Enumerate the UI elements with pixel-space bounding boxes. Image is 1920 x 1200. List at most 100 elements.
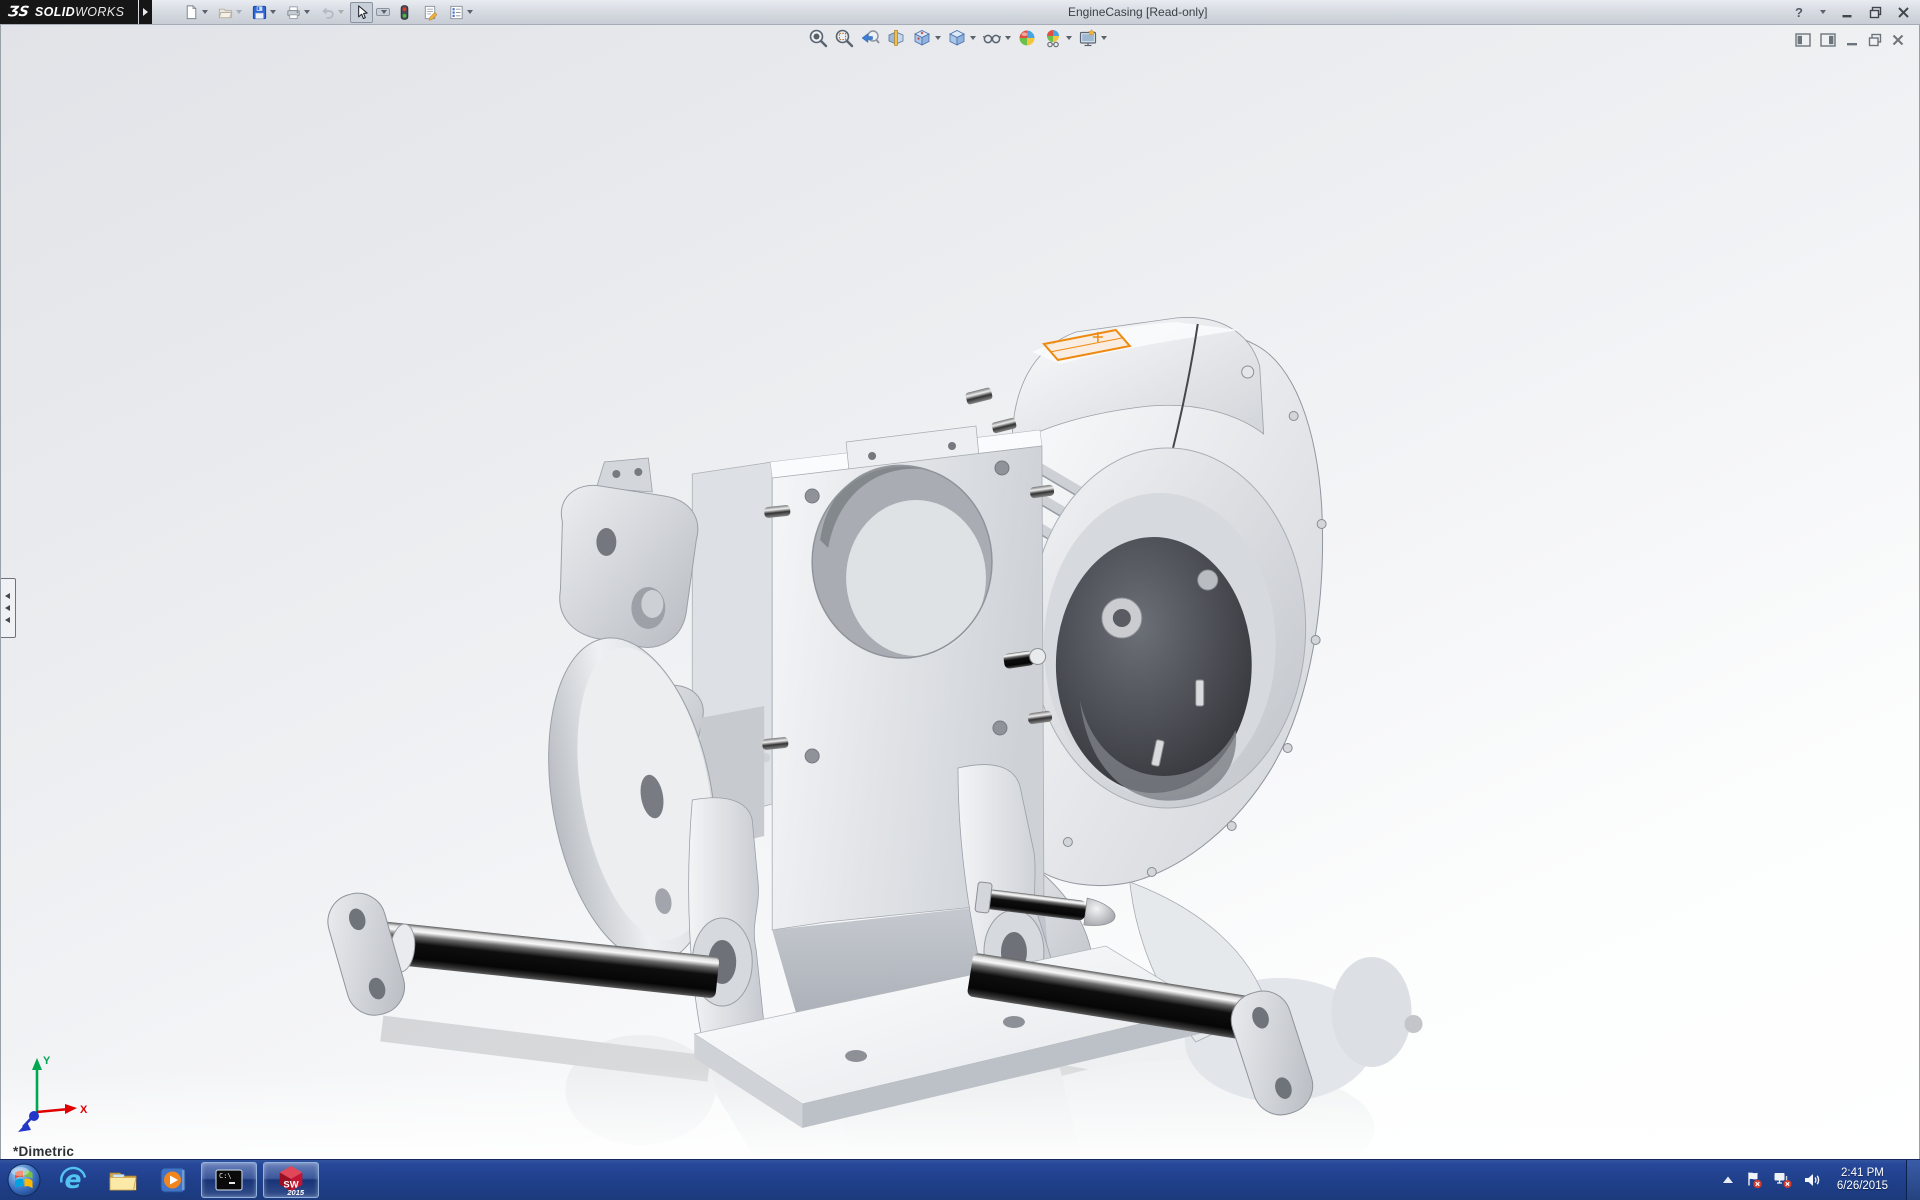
document-window-controls — [1795, 33, 1905, 47]
new-document-icon — [183, 4, 200, 21]
close-button[interactable] — [1897, 6, 1910, 19]
zoom-to-fit-icon — [808, 28, 828, 48]
start-button[interactable] — [0, 1160, 48, 1200]
rebuild-button[interactable] — [393, 2, 416, 23]
print-icon — [285, 4, 302, 21]
title-bar: ƷS SOLIDWORKS — [0, 0, 1920, 25]
undo-icon — [319, 4, 336, 21]
print-button[interactable] — [282, 2, 313, 23]
taskbar-item-solidworks-2015[interactable]: SW 2015 — [263, 1162, 319, 1198]
open-button[interactable] — [214, 2, 245, 23]
casing-rim-and-cavity[interactable] — [1030, 448, 1306, 808]
tray-date: 6/26/2015 — [1837, 1180, 1888, 1193]
solidworks-logo: ƷS SOLIDWORKS — [0, 0, 138, 24]
collapse-arrow-icon — [5, 593, 10, 599]
view-settings-monitor-icon — [1078, 28, 1098, 48]
open-folder-icon — [217, 4, 234, 21]
show-desktop-button[interactable] — [1906, 1160, 1920, 1200]
display-style-button[interactable] — [946, 27, 977, 49]
view-orientation-button[interactable] — [911, 27, 942, 49]
open-dropdown-caret[interactable] — [236, 10, 242, 14]
file-properties-icon — [422, 4, 439, 21]
previous-view-button[interactable] — [859, 27, 881, 49]
apply-scene-icon — [1043, 28, 1063, 48]
save-floppy-icon — [251, 4, 268, 21]
cmd-prompt-text: C:\ — [219, 1172, 232, 1180]
select-cursor-icon — [353, 4, 370, 21]
select-dropdown-caret — [381, 10, 387, 14]
display-style-caret[interactable] — [970, 36, 976, 40]
taskbar-item-media-player[interactable] — [148, 1161, 198, 1199]
view-orientation-icon — [912, 28, 932, 48]
save-dropdown-caret[interactable] — [270, 10, 276, 14]
view-settings-button[interactable] — [1077, 27, 1108, 49]
options-checklist-icon — [448, 4, 465, 21]
apply-scene-button[interactable] — [1042, 27, 1073, 49]
zoom-to-fit-button[interactable] — [807, 27, 829, 49]
hide-show-items-button[interactable] — [981, 27, 1012, 49]
engine-casing-3d-model[interactable] — [1, 24, 1919, 1160]
document-close-button[interactable] — [1891, 33, 1905, 47]
edit-appearance-button[interactable] — [1016, 27, 1038, 49]
edit-appearance-sphere-icon — [1017, 28, 1037, 48]
document-restore-button[interactable] — [1868, 33, 1882, 47]
save-button[interactable] — [248, 2, 279, 23]
tile-right-pane-icon[interactable] — [1820, 33, 1836, 47]
system-tray: 2:41 PM 6/26/2015 — [1721, 1160, 1920, 1200]
windows-start-orb-icon — [6, 1162, 42, 1198]
triad-y-label: Y — [43, 1055, 51, 1067]
solidworks-2015-icon: SW 2015 — [276, 1164, 306, 1196]
select-dropdown-button[interactable] — [376, 8, 390, 16]
hide-show-items-caret[interactable] — [1005, 36, 1011, 40]
dassault-3ds-glyph: ƷS — [7, 4, 30, 20]
view-orientation-caret[interactable] — [935, 36, 941, 40]
volume-icon[interactable] — [1803, 1172, 1821, 1188]
solidworks-application-window: ƷS SOLIDWORKS — [0, 0, 1920, 1200]
internet-explorer-icon: e — [58, 1165, 88, 1195]
undo-dropdown-caret[interactable] — [338, 10, 344, 14]
rebuild-traffic-light-icon — [396, 4, 413, 21]
taskbar-item-command-prompt[interactable]: C:\ — [201, 1162, 257, 1198]
help-dropdown-caret[interactable] — [1820, 10, 1826, 14]
taskbar-item-windows-explorer[interactable] — [98, 1161, 148, 1199]
undo-button[interactable] — [316, 2, 347, 23]
section-view-button[interactable] — [885, 27, 907, 49]
view-settings-caret[interactable] — [1101, 36, 1107, 40]
menu-expand-tab[interactable] — [139, 0, 152, 24]
help-button[interactable]: ? — [1795, 5, 1803, 20]
folder-icon — [108, 1168, 138, 1192]
restore-button[interactable] — [1869, 6, 1882, 19]
show-hidden-icons-button[interactable] — [1721, 1174, 1735, 1186]
sw-year-text: 2015 — [286, 1188, 305, 1196]
viewport[interactable]: Y X *Dimetric — [0, 24, 1920, 1160]
options-dropdown-caret[interactable] — [467, 10, 473, 14]
command-prompt-icon: C:\ — [214, 1167, 244, 1193]
network-status-icon[interactable] — [1773, 1171, 1793, 1189]
view-orientation-label: *Dimetric — [13, 1144, 74, 1159]
apply-scene-caret[interactable] — [1066, 36, 1072, 40]
window-controls: ? — [1795, 0, 1910, 24]
section-view-icon — [886, 28, 906, 48]
minimize-button[interactable] — [1841, 6, 1854, 19]
new-dropdown-caret[interactable] — [202, 10, 208, 14]
document-minimize-button[interactable] — [1845, 33, 1859, 47]
window-title: EngineCasing [Read-only] — [1068, 5, 1207, 19]
action-center-flag-icon[interactable] — [1745, 1171, 1763, 1189]
tray-clock[interactable]: 2:41 PM 6/26/2015 — [1837, 1167, 1888, 1193]
collapse-arrow-icon — [5, 617, 10, 623]
tile-left-pane-icon[interactable] — [1795, 33, 1811, 47]
taskbar-item-internet-explorer[interactable]: e — [48, 1161, 98, 1199]
print-dropdown-caret[interactable] — [304, 10, 310, 14]
collapse-arrow-icon — [5, 605, 10, 611]
zoom-to-area-button[interactable] — [833, 27, 855, 49]
hide-show-items-glasses-icon — [982, 28, 1002, 48]
feature-panel-collapsed-tab[interactable] — [0, 578, 16, 638]
file-properties-button[interactable] — [419, 2, 442, 23]
heads-up-view-toolbar — [807, 27, 1108, 49]
previous-view-icon — [860, 28, 880, 48]
menu-expand-icon — [143, 8, 148, 16]
select-tool-button[interactable] — [350, 2, 373, 23]
new-document-button[interactable] — [180, 2, 211, 23]
options-button[interactable] — [445, 2, 476, 23]
tray-time: 2:41 PM — [1837, 1167, 1888, 1180]
